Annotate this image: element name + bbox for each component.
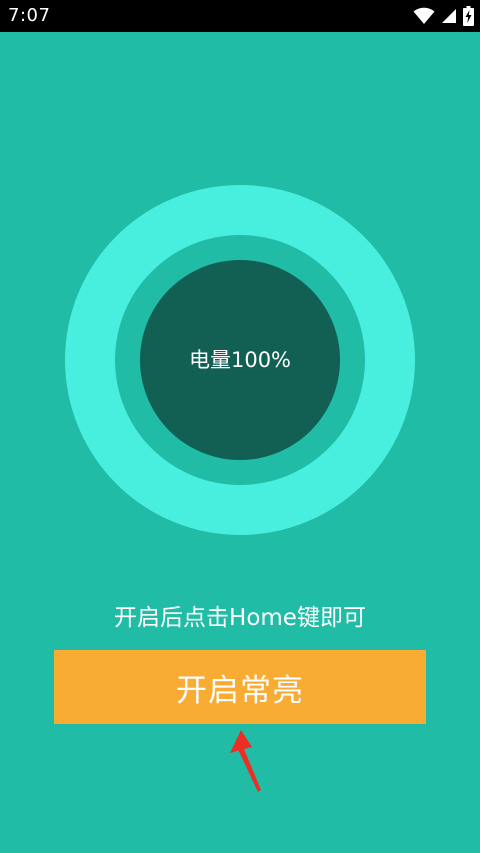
status-bar: 7:07 <box>0 0 480 32</box>
battery-level-label: 电量100% <box>188 348 292 372</box>
wifi-icon <box>413 7 435 25</box>
status-icons <box>413 6 474 26</box>
hint-text: 开启后点击Home键即可 <box>114 605 366 631</box>
battery-charging-icon <box>463 6 474 26</box>
keep-screen-on-button[interactable]: 开启常亮 <box>54 650 426 724</box>
battery-indicator: 电量100% <box>140 260 340 460</box>
red-arrow-icon <box>228 728 268 798</box>
status-time: 7:07 <box>8 5 51 26</box>
cell-signal-icon <box>441 8 457 24</box>
